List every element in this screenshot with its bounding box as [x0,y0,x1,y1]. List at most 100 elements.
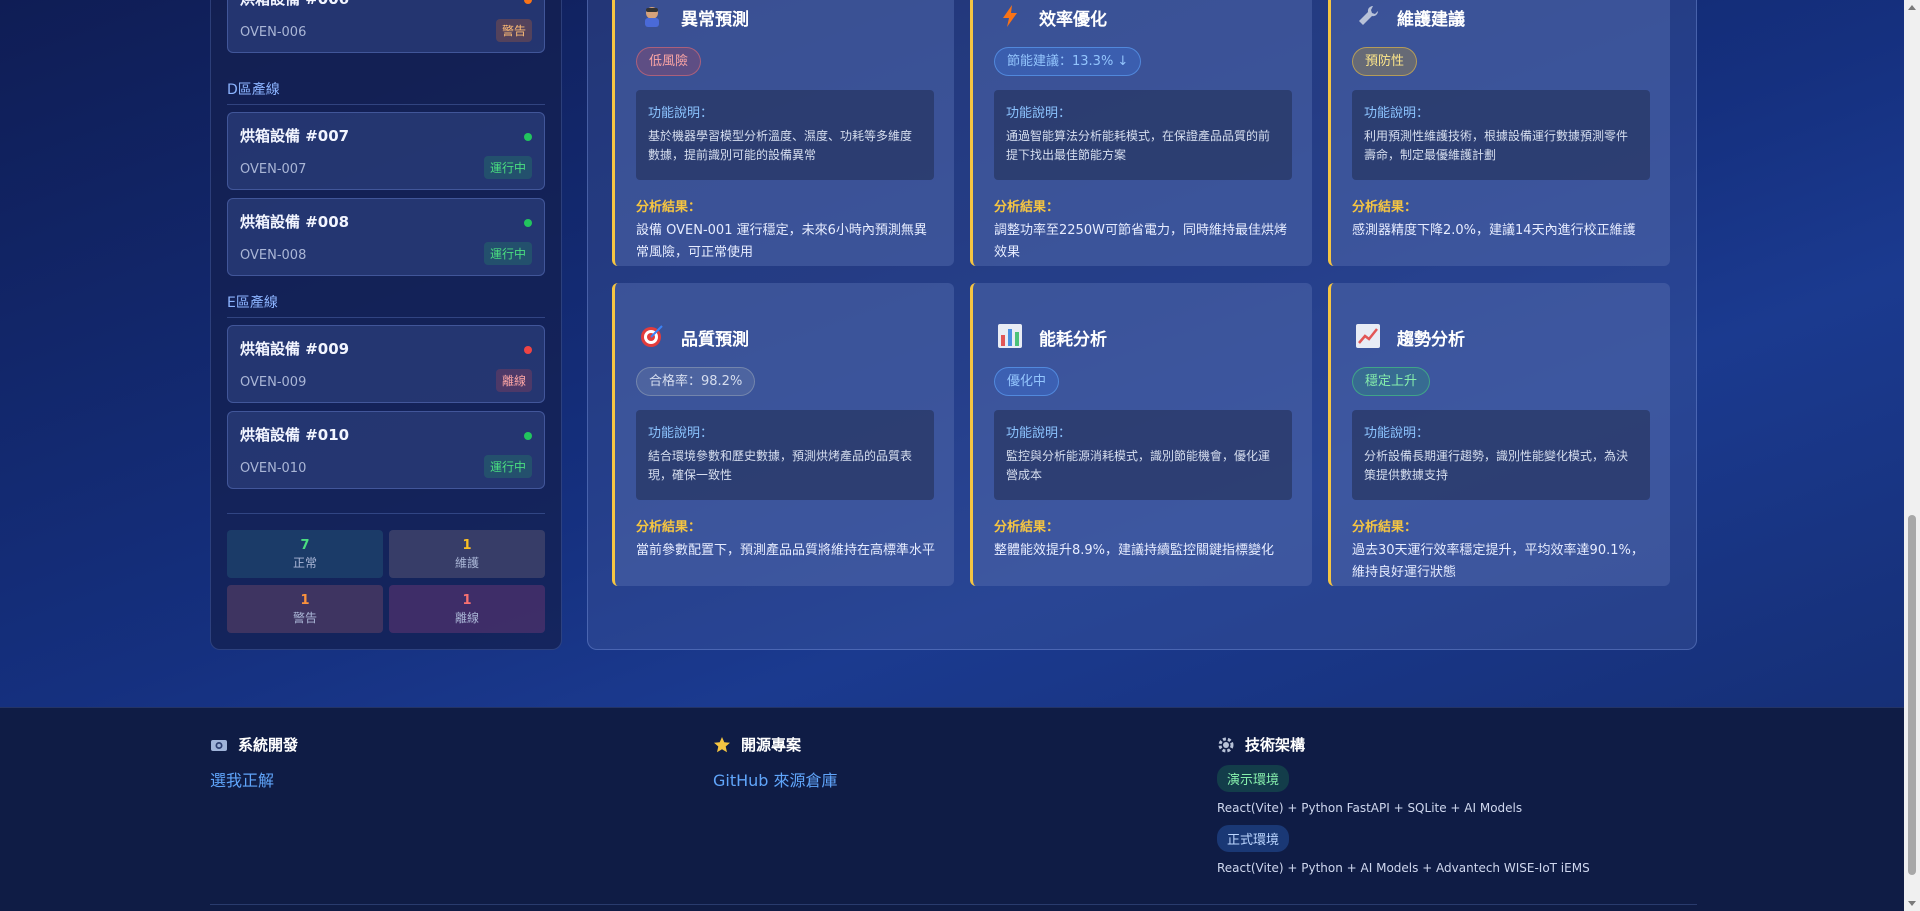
device-card-009[interactable]: 烘箱設備 #009 OVEN-009 離線 [227,325,545,403]
footer-heading: 開源專案 [713,734,838,755]
description-text: 分析設備長期運行趨勢，識別性能變化模式，為決策提供數據支持 [1364,449,1629,482]
description-box: 功能說明： 通過智能算法分析能耗模式，在保證產品品質的前提下找出最佳節能方案 [994,90,1292,180]
description-label: 功能說明： [1364,426,1430,441]
device-card-006[interactable]: 烘箱設備 #006 OVEN-006 警告 [227,0,545,53]
status-pill: 低風險 [636,47,702,76]
summary-label: 維護 [454,556,479,570]
footer-heading: 系統開發 [210,734,298,755]
divider [227,317,545,318]
card-title: 效率優化 [1039,10,1107,30]
status-dot [524,346,532,354]
status-badge: 運行中 [483,156,532,179]
demo-env-badge: 演示環境 [1217,765,1290,792]
device-sidebar: 烘箱設備 #006 OVEN-006 警告 D區產線 烘箱設備 #007 OVE… [210,0,562,650]
status-pill: 預防性 [1352,47,1418,76]
result-text: 整體能效提升8.9%，建議持續監控關鍵指標變化 [994,543,1275,558]
footer-dev-column: 系統開發 選我正解 [210,734,298,791]
ai-analysis-panel: 異常預測 低風險 功能說明： 基於機器學習模型分析溫度、濕度、功耗等多維度數據，… [587,0,1697,650]
device-name: 烘箱設備 #006 [240,0,532,9]
status-pill: 合格率：98.2% [636,367,756,396]
summary-label: 警告 [292,611,317,625]
status-dot [524,432,532,440]
device-code: OVEN-007 [240,162,307,177]
prod-env-stack: React(Vite) + Python + AI Models + Advan… [1217,861,1590,875]
footer-oss-column: 開源專案 GitHub 來源倉庫 [713,734,838,791]
footer-heading: 技術架構 [1217,734,1590,755]
summary-count: 7 [300,538,310,553]
gear-icon [1218,737,1234,752]
status-dot [524,133,532,141]
device-name: 烘箱設備 #010 [240,426,350,444]
scrollbar[interactable] [1904,0,1920,911]
device-card-008[interactable]: 烘箱設備 #008 OVEN-008 運行中 [227,198,545,276]
card-title: 能耗分析 [1039,330,1107,350]
divider [227,104,545,105]
trend-icon [1356,324,1380,348]
result-label: 分析結果： [1352,520,1418,535]
description-label: 功能說明： [1364,106,1430,121]
camera-icon [211,739,227,751]
divider [210,904,1697,905]
status-badge: 運行中 [483,455,532,478]
divider [227,513,545,514]
result-label: 分析結果： [994,520,1060,535]
device-name: 烘箱設備 #007 [240,127,350,145]
footer-heading-text: 技術架構 [1245,736,1306,754]
footer-heading-text: 系統開發 [238,736,299,754]
card-title: 異常預測 [681,10,749,30]
device-card-007[interactable]: 烘箱設備 #007 OVEN-007 運行中 [227,112,545,190]
description-label: 功能說明： [648,106,714,121]
status-dot [524,219,532,227]
summary-label: 正常 [292,556,317,570]
result-text: 過去30天運行效率穩定提升，平均效率達90.1%，維持良好運行狀態 [1352,543,1644,580]
result-label: 分析結果： [636,520,702,535]
description-box: 功能說明： 利用預測性維護技術，根據設備運行數據預測零件壽命，制定最優維護計劃 [1352,90,1650,180]
description-text: 結合環境參數和歷史數據，預測烘烤產品的品質表現，確保一致性 [648,449,913,482]
device-card-010[interactable]: 烘箱設備 #010 OVEN-010 運行中 [227,411,545,489]
description-box: 功能說明： 監控與分析能源消耗模式，識別節能機會，優化運營成本 [994,410,1292,500]
description-label: 功能說明： [648,426,714,441]
status-badge: 警告 [495,19,532,42]
status-pill: 節能建議：13.3% ↓ [994,47,1142,76]
star-icon [714,736,730,752]
github-link[interactable]: GitHub 來源倉庫 [713,767,838,791]
zone-label-d: D區產線 [227,82,280,98]
card-title: 品質預測 [681,330,749,350]
scrollbar-thumb[interactable] [1908,515,1916,875]
summary-normal: 7 正常 [227,530,383,578]
result-text: 設備 OVEN-001 運行穩定，未來6小時內預測無異常風險，可正常使用 [636,223,927,260]
prod-env-badge: 正式環境 [1217,825,1290,852]
description-text: 監控與分析能源消耗模式，識別節能機會，優化運營成本 [1006,449,1271,482]
footer-heading-text: 開源專案 [741,736,802,754]
description-label: 功能說明： [1006,106,1072,121]
wrench-icon [1359,5,1379,26]
card-trend-analysis: 趨勢分析 穩定上升 功能說明： 分析設備長期運行趨勢，識別性能變化模式，為決策提… [1328,283,1670,586]
footer-tech-column: 技術架構 演示環境 React(Vite) + Python FastAPI +… [1217,734,1590,875]
device-code: OVEN-009 [240,375,307,390]
card-title: 趨勢分析 [1397,330,1465,350]
device-name: 烘箱設備 #008 [240,213,350,231]
scroll-up-icon[interactable] [1908,5,1916,10]
scroll-down-icon[interactable] [1908,901,1916,906]
lightning-icon [1003,5,1017,27]
description-box: 功能說明： 基於機器學習模型分析溫度、濕度、功耗等多維度數據，提前識別可能的設備… [636,90,934,180]
result-label: 分析結果： [1352,200,1418,215]
card-quality-prediction: 品質預測 合格率：98.2% 功能說明： 結合環境參數和歷史數據，預測烘烤產品的… [612,283,954,586]
device-name: 烘箱設備 #009 [240,340,350,358]
description-box: 功能說明： 分析設備長期運行趨勢，識別性能變化模式，為決策提供數據支持 [1352,410,1650,500]
status-badge: 運行中 [483,242,532,265]
zone-label-e: E區產線 [227,295,278,311]
description-text: 通過智能算法分析能耗模式，在保證產品品質的前提下找出最佳節能方案 [1006,129,1271,162]
summary-label: 離線 [454,611,479,625]
description-box: 功能說明： 結合環境參數和歷史數據，預測烘烤產品的品質表現，確保一致性 [636,410,934,500]
status-pill: 優化中 [994,367,1060,396]
card-maintenance-advice: 維護建議 預防性 功能說明： 利用預測性維護技術，根據設備運行數據預測零件壽命，… [1328,0,1670,266]
summary-count: 1 [462,593,472,608]
footer: 系統開發 選我正解 開源專案 GitHub 來源倉庫 技術架構 演示環境 Rea… [0,707,1904,911]
developer-link[interactable]: 選我正解 [210,767,298,791]
card-anomaly-prediction: 異常預測 低風險 功能說明： 基於機器學習模型分析溫度、濕度、功耗等多維度數據，… [612,0,954,266]
summary-maintenance: 1 維護 [389,530,545,578]
summary-count: 1 [300,593,310,608]
description-text: 基於機器學習模型分析溫度、濕度、功耗等多維度數據，提前識別可能的設備異常 [648,129,913,162]
demo-env-stack: React(Vite) + Python FastAPI + SQLite + … [1217,801,1523,815]
